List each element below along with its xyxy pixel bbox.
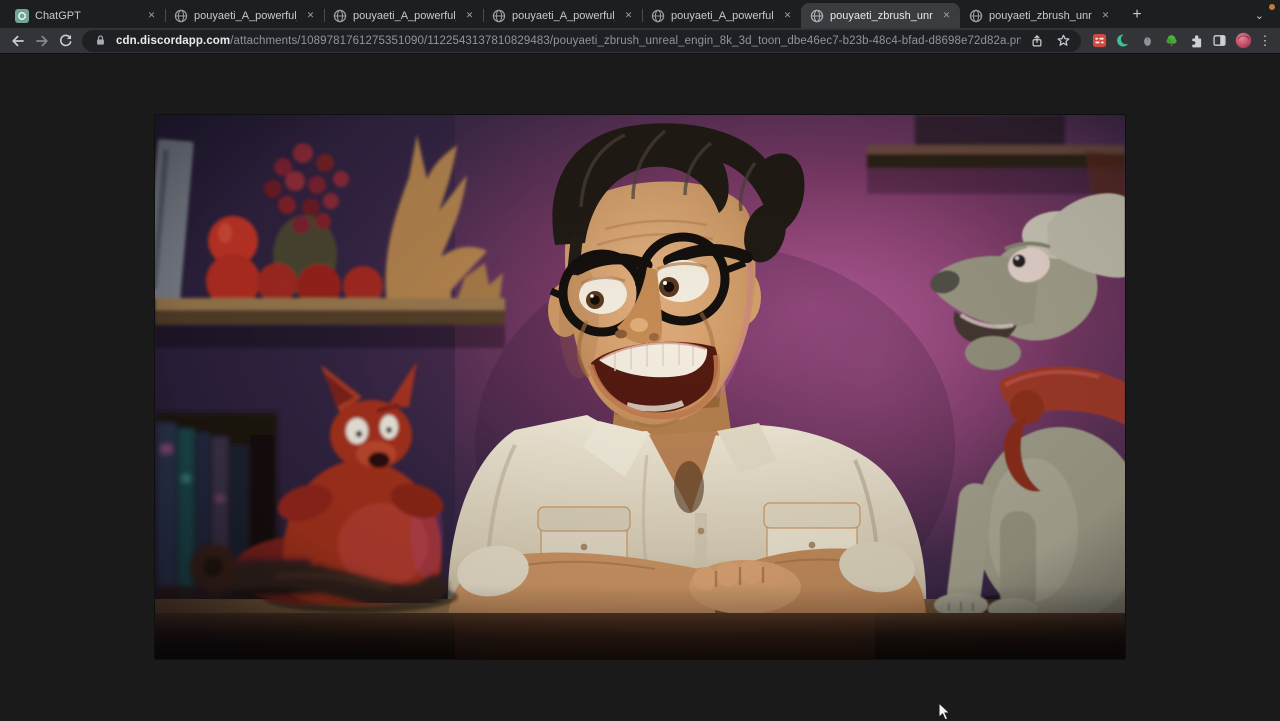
image-viewer-page — [0, 55, 1280, 682]
forward-button[interactable] — [30, 30, 53, 52]
back-button[interactable] — [6, 30, 29, 52]
globe-favicon-icon — [969, 9, 983, 23]
bookmark-star-icon[interactable] — [1053, 31, 1073, 51]
tab-powerful-modern-1[interactable]: pouyaeti_A_powerful_modern ✕ — [165, 3, 324, 28]
tab-title: ChatGPT — [35, 10, 138, 22]
globe-favicon-icon — [651, 9, 665, 23]
tab-title: pouyaeti_A_powerful_modern — [512, 10, 615, 22]
tab-close-icon[interactable]: ✕ — [939, 8, 954, 23]
side-panel-icon[interactable] — [1208, 29, 1231, 52]
tab-title: pouyaeti_zbrush_unreal_engin — [830, 10, 933, 22]
tab-zbrush-unreal-active[interactable]: pouyaeti_zbrush_unreal_engin ✕ — [801, 3, 960, 28]
extension-icon-green-tree[interactable] — [1160, 29, 1183, 52]
url-domain: cdn.discordapp.com — [116, 35, 230, 47]
new-tab-button[interactable]: + — [1125, 3, 1149, 27]
globe-favicon-icon — [174, 9, 188, 23]
tab-close-icon[interactable]: ✕ — [1098, 8, 1113, 23]
recording-indicator-dot — [1269, 4, 1275, 10]
browser-menu-kebab-icon[interactable]: ⋮ — [1256, 33, 1274, 49]
tab-close-icon[interactable]: ✕ — [462, 8, 477, 23]
address-bar[interactable]: cdn.discordapp.com/attachments/108978176… — [82, 30, 1081, 52]
tab-title: pouyaeti_zbrush_unreal_engin — [989, 10, 1092, 22]
extension-icon-mouse[interactable] — [1136, 29, 1159, 52]
reload-button[interactable] — [54, 30, 77, 52]
extensions-puzzle-icon[interactable] — [1184, 29, 1207, 52]
tab-chatgpt[interactable]: ChatGPT ✕ — [6, 3, 165, 28]
extension-icon-red-dashes[interactable] — [1088, 29, 1111, 52]
discord-attachment-image[interactable] — [155, 115, 1125, 659]
tab-powerful-modern-3[interactable]: pouyaeti_A_powerful_modern ✕ — [483, 3, 642, 28]
globe-favicon-icon — [333, 9, 347, 23]
tab-title: pouyaeti_A_powerful_modern — [671, 10, 774, 22]
tab-close-icon[interactable]: ✕ — [144, 8, 159, 23]
tab-strip: ChatGPT ✕ pouyaeti_A_powerful_modern ✕ p… — [0, 0, 1280, 28]
chatgpt-favicon-icon — [15, 9, 29, 23]
tab-powerful-modern-2[interactable]: pouyaeti_A_powerful_modern ✕ — [324, 3, 483, 28]
extension-icon-dark-reader-crescent[interactable] — [1112, 29, 1135, 52]
browser-toolbar: cdn.discordapp.com/attachments/108978176… — [0, 28, 1280, 54]
globe-favicon-icon — [810, 9, 824, 23]
tab-title: pouyaeti_A_powerful_modern — [353, 10, 456, 22]
tab-overflow-chevron-icon[interactable]: ⌄ — [1255, 9, 1264, 22]
tab-close-icon[interactable]: ✕ — [621, 8, 636, 23]
tab-close-icon[interactable]: ✕ — [303, 8, 318, 23]
tab-title: pouyaeti_A_powerful_modern — [194, 10, 297, 22]
bottom-shadow-overlay — [155, 585, 1125, 659]
mouse-cursor — [938, 702, 951, 721]
globe-favicon-icon — [492, 9, 506, 23]
vignette-overlay — [155, 115, 1125, 659]
profile-avatar[interactable] — [1232, 29, 1255, 52]
tab-zbrush-unreal-2[interactable]: pouyaeti_zbrush_unreal_engin ✕ — [960, 3, 1119, 28]
url-text: cdn.discordapp.com/attachments/108978176… — [116, 35, 1021, 47]
url-path: /attachments/1089781761275351090/1122543… — [230, 35, 1021, 47]
share-icon[interactable] — [1027, 31, 1047, 51]
lock-icon[interactable] — [90, 31, 110, 51]
tab-powerful-modern-4[interactable]: pouyaeti_A_powerful_modern ✕ — [642, 3, 801, 28]
tab-close-icon[interactable]: ✕ — [780, 8, 795, 23]
